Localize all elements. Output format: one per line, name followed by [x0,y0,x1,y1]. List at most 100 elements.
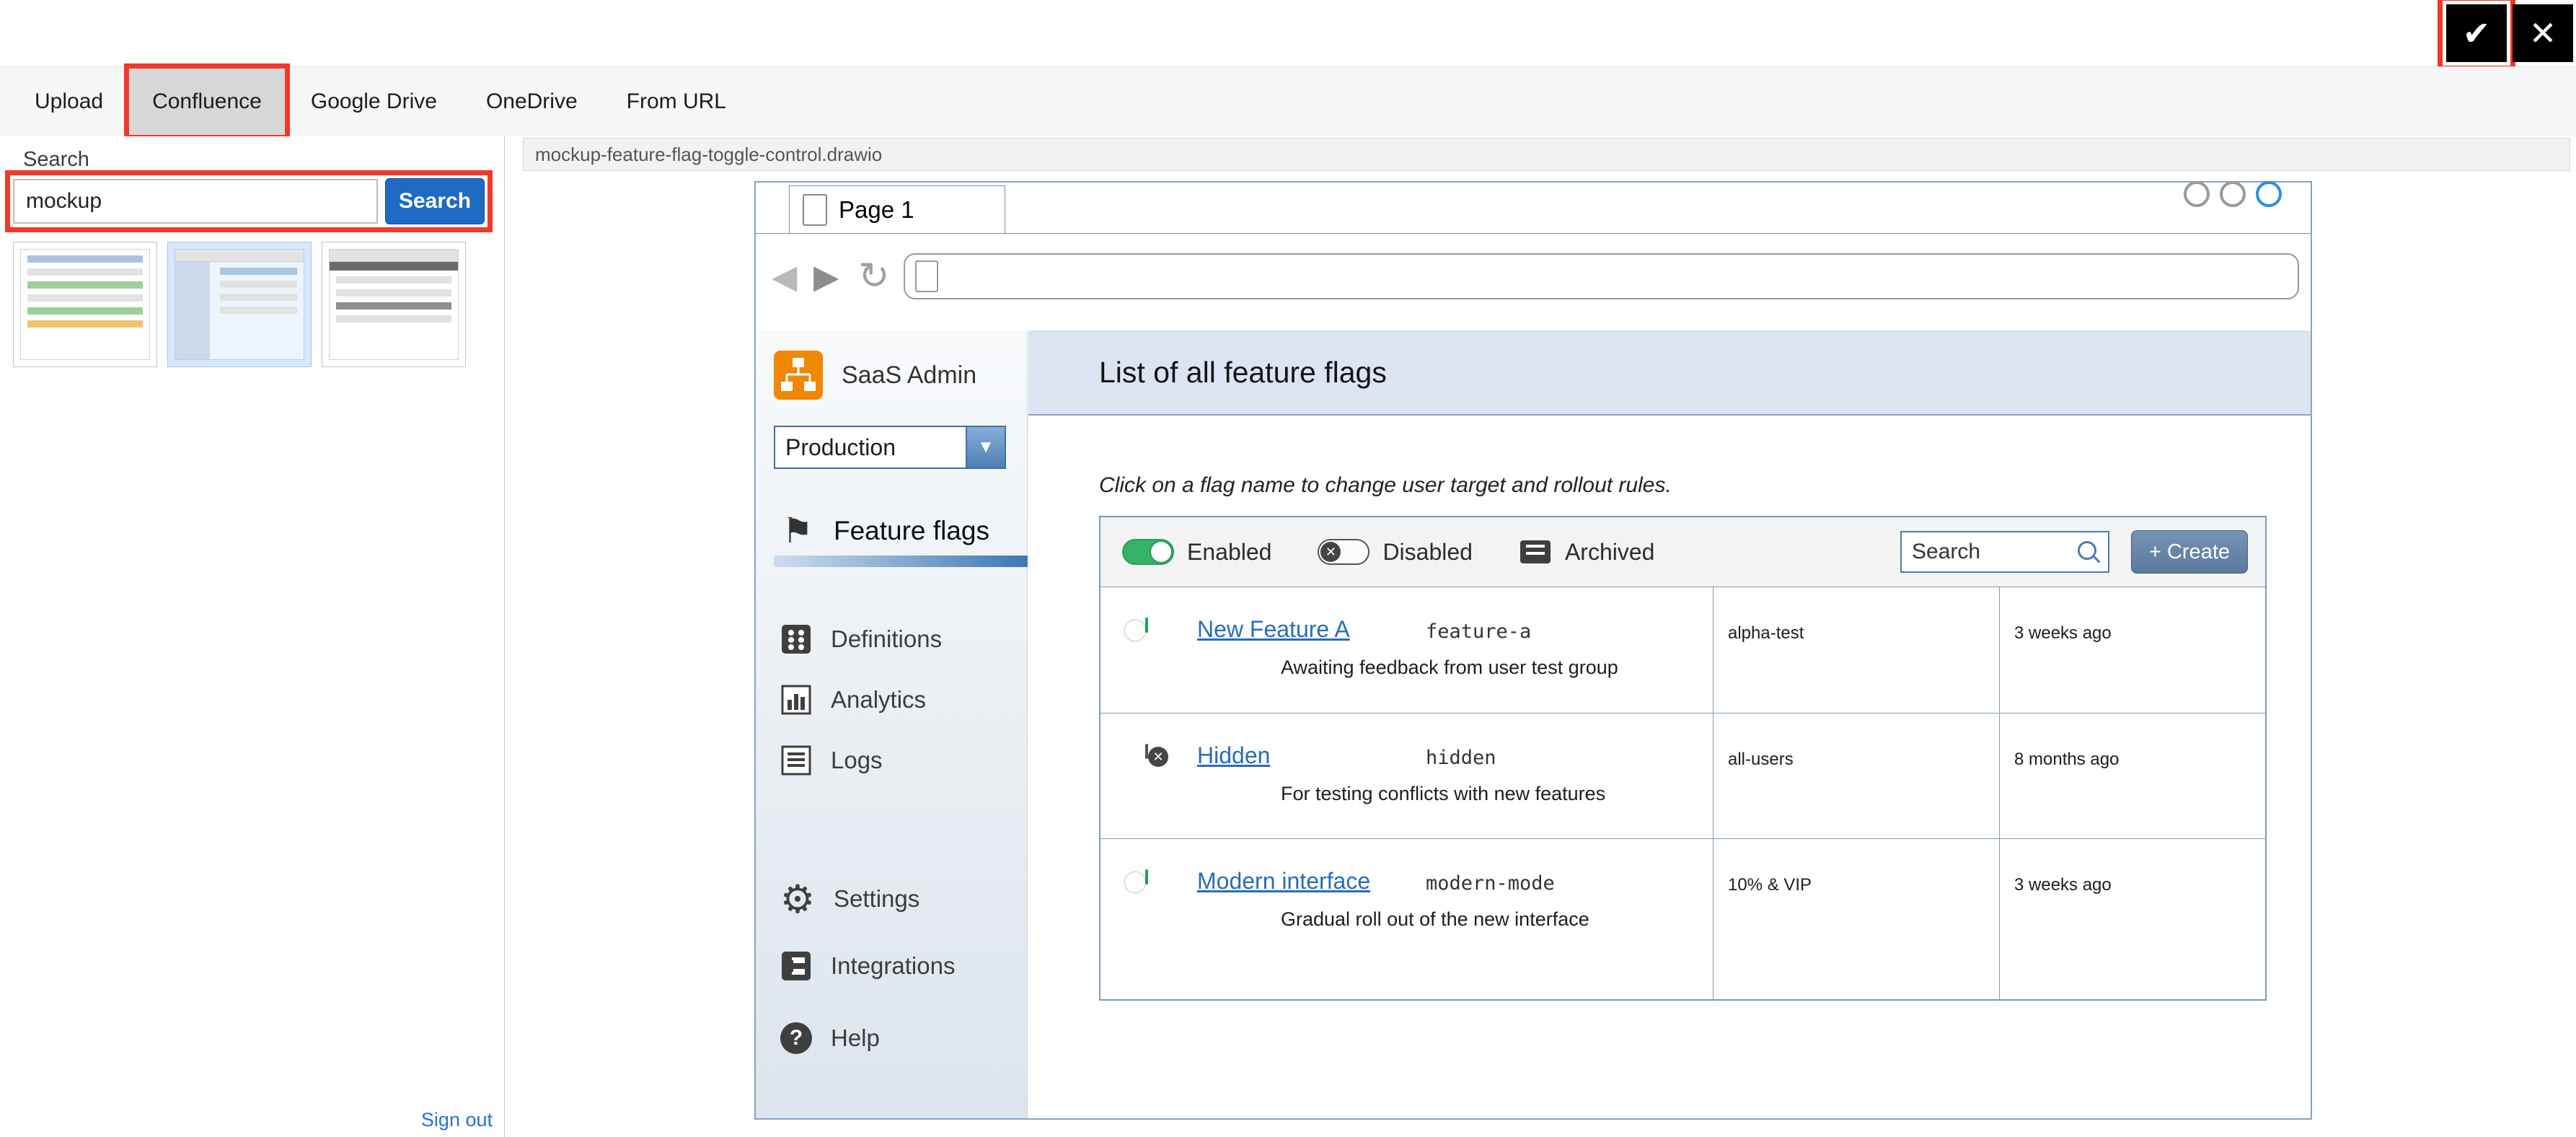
sidebar-item-label: Settings [834,885,919,913]
tab-google-drive[interactable]: Google Drive [286,67,462,136]
diagram-preview[interactable]: Page 1 ◀ ▶ ↻ [754,181,2312,1120]
search-row: Search [13,178,485,224]
mockup-main: List of all feature flags Click on a fla… [1028,330,2311,1118]
window-button-3-icon [2256,181,2282,207]
table-search-placeholder: Search [1912,540,1980,564]
source-tabs: Upload Confluence Google Drive OneDrive … [0,66,2576,137]
sidebar-item-label: Integrations [831,952,955,980]
page-title-band: List of all feature flags [1028,330,2311,416]
flag-description: Awaiting feedback from user test group [1281,657,1618,679]
target-cell: alpha-test [1713,587,1999,713]
sidebar-item-definitions: Definitions [780,619,942,659]
thumbnail-result-3[interactable] [322,242,466,367]
thumbnail-3-preview [329,249,459,360]
active-item-indicator [774,556,1028,567]
preview-panel: mockup-feature-flag-toggle-control.drawi… [506,136,2576,1137]
sidebar-item-logs: Logs [780,740,883,781]
flag-key: modern-mode [1426,872,1555,895]
window-button-1-icon [2184,181,2210,207]
logs-icon [780,745,812,776]
sidebar-item-label: Feature flags [834,516,989,546]
updated-cell: 8 months ago [1999,714,2265,838]
legend-enabled: Enabled [1122,539,1271,566]
target-cell: all-users [1713,714,1999,838]
refresh-icon: ↻ [858,252,890,301]
thumbnail-1-preview [20,249,150,360]
flag-name-link: Hidden [1197,742,1270,769]
flag-cell: ✕ Hidden hidden For testing conflicts wi… [1100,714,1713,838]
forward-icon: ▶ [813,252,839,301]
window-button-2-icon [2220,181,2246,207]
flag-name-link: New Feature A [1197,616,1350,643]
mockup-sidebar: SaaS Admin Production ▼ ⚑ Feature flags [756,330,1028,1118]
thumbnail-2-preview [175,249,304,360]
flag-description: Gradual roll out of the new interface [1281,908,1589,931]
address-bar [904,253,2299,299]
table-toolbar: Enabled ✕ Disabled [1100,517,2265,587]
feature-flags-table: Enabled ✕ Disabled [1099,516,2267,1001]
flag-icon: ⚑ [780,511,815,551]
legend-archived: Archived [1519,537,1655,566]
search-section-label: Search [23,148,89,172]
archived-label: Archived [1565,539,1655,566]
environment-dropdown: Production ▼ [774,426,1006,469]
confirm-button[interactable]: ✔ [2446,4,2507,62]
integrations-icon [780,950,812,982]
toggle-on-icon [1122,539,1174,565]
target-cell: 10% & VIP [1713,839,1999,1000]
definitions-icon [780,623,812,655]
table-row: New Feature A feature-a Awaiting feedbac… [1100,587,2265,713]
page-title: List of all feature flags [1099,356,1387,390]
close-button[interactable]: ✕ [2513,4,2573,62]
sidebar-item-label: Definitions [831,625,942,653]
enabled-label: Enabled [1187,539,1271,566]
thumbnail-result-2-selected[interactable] [167,242,312,367]
flag-cell: New Feature A feature-a Awaiting feedbac… [1100,587,1713,713]
help-icon: ? [780,1022,812,1054]
app-name: SaaS Admin [842,361,976,390]
updated-cell: 3 weeks ago [1999,839,2265,1000]
flag-key: feature-a [1426,620,1531,643]
sign-out-link[interactable]: Sign out [421,1109,493,1131]
sidebar-item-help: ? Help [780,1018,880,1058]
browser-page-tab: Page 1 [789,185,1005,233]
sidebar-item-label: Help [831,1024,880,1052]
updated-cell: 3 weeks ago [1999,587,2265,713]
sidebar-item-settings: ⚙ Settings [780,879,919,919]
chevron-down-icon: ▼ [966,427,1005,467]
tab-onedrive[interactable]: OneDrive [462,67,602,136]
brand: SaaS Admin [774,351,976,400]
sidebar-item-feature-flags: ⚑ Feature flags [780,511,989,551]
app-logo-icon [774,351,823,400]
sidebar-item-analytics: Analytics [780,680,926,720]
archive-icon [1519,537,1552,566]
check-icon: ✔ [2463,14,2491,53]
dialog-titlebar: ✔ ✕ [0,0,2576,66]
search-input[interactable] [13,179,378,224]
thumbnail-result-1[interactable] [13,242,157,367]
page-tab-label: Page 1 [839,196,914,224]
search-panel: Search Search [0,136,505,1137]
bar-chart-icon [780,684,812,716]
address-bar-doc-icon [915,260,938,292]
gear-icon: ⚙ [780,877,815,922]
table-search-input: Search [1900,531,2109,573]
tab-confluence[interactable]: Confluence [128,67,286,136]
flag-key: hidden [1426,747,1496,769]
toggle-off-icon: ✕ [1145,744,1148,759]
table-row: Modern interface modern-mode Gradual rol… [1100,838,2265,1000]
legend-disabled: ✕ Disabled [1318,539,1473,566]
instruction-text: Click on a flag name to change user targ… [1099,473,1672,498]
back-icon: ◀ [772,252,797,301]
search-results [13,242,466,367]
tab-upload[interactable]: Upload [10,67,128,136]
tab-from-url[interactable]: From URL [602,67,751,136]
sidebar-item-label: Analytics [831,686,926,714]
toggle-on-icon [1145,869,1148,884]
toggle-off-icon: ✕ [1318,539,1369,565]
search-button[interactable]: Search [385,178,485,224]
flag-description: For testing conflicts with new features [1281,783,1605,805]
table-row: ✕ Hidden hidden For testing conflicts wi… [1100,713,2265,838]
create-flag-button: + Create [2131,530,2248,574]
sidebar-item-label: Logs [831,747,883,774]
